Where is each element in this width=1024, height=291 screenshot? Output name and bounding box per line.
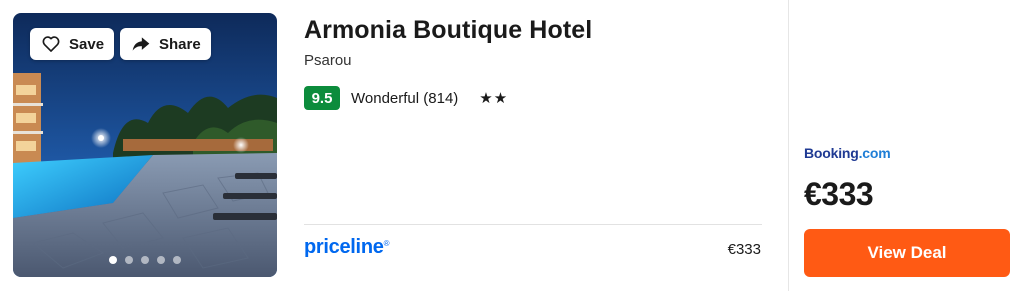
hotel-name[interactable]: Armonia Boutique Hotel [304,16,592,45]
star-rating: ★★ [479,90,509,107]
save-button[interactable]: Save [30,28,114,60]
booking-wordmark-suffix: .com [858,145,891,161]
share-button[interactable]: Share [120,28,211,60]
priceline-logo[interactable]: priceline® [304,236,389,259]
share-arrow-icon [132,37,150,51]
score-badge: 9.5 [304,86,340,110]
carousel-dot[interactable] [173,256,181,264]
carousel-dot[interactable] [125,256,133,264]
rating-row: 9.5 Wonderful (814) ★★ [304,86,508,110]
panel-divider [788,0,789,291]
hotel-location: Psarou [304,52,352,69]
priceline-wordmark: priceline [304,236,384,258]
carousel-dot[interactable] [157,256,165,264]
save-label: Save [69,35,105,53]
priceline-price[interactable]: €333 [728,241,761,258]
heart-icon [42,36,60,52]
rating-text: Wonderful (814) [351,89,459,107]
carousel-indicator [13,256,277,264]
registered-mark: ® [383,239,390,248]
carousel-dot[interactable] [141,256,149,264]
hotel-result-card: Save Share Armonia Boutique Hotel Psarou… [0,0,1024,291]
booking-wordmark: Booking [804,145,859,161]
booking-logo: Booking.com [804,145,891,161]
featured-price: €333 [804,176,874,212]
carousel-dot[interactable] [109,256,117,264]
hotel-photo[interactable]: Save Share [13,13,277,277]
share-label: Share [159,35,201,53]
offer-divider [304,224,762,225]
view-deal-button[interactable]: View Deal [804,229,1010,277]
